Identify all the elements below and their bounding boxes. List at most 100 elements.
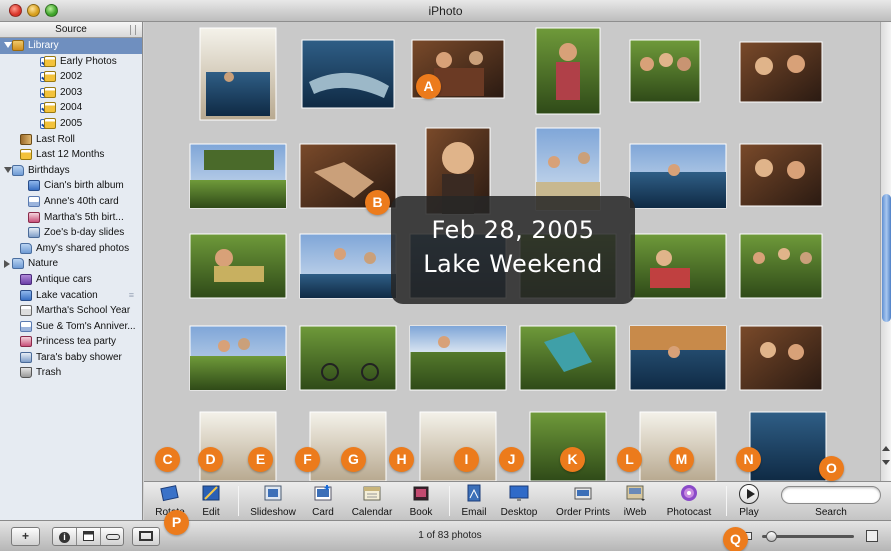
photo-thumbnail[interactable] [629, 143, 727, 209]
source-item[interactable]: Nature [0, 256, 142, 272]
source-item[interactable]: Last 12 Months [0, 147, 142, 163]
slideshow-button[interactable]: Slideshow [248, 482, 298, 521]
toolbar-separator [238, 486, 239, 516]
calendar-folder-icon [44, 55, 56, 67]
slideshow-label: Slideshow [250, 507, 296, 518]
source-item[interactable]: Library [0, 38, 142, 54]
source-item[interactable]: Antique cars [0, 272, 142, 288]
add-album-button[interactable]: + [11, 527, 40, 546]
callout-badge-d: D [198, 447, 223, 472]
bottom-toolbar: Rotate Edit Slideshow Card Calendar Book… [144, 481, 891, 520]
last-roll-icon [20, 133, 32, 145]
callout-badge-l: L [617, 447, 642, 472]
calendar-button[interactable]: Calendar [348, 482, 396, 521]
source-item[interactable]: Early Photos [0, 54, 142, 70]
source-item[interactable]: Birthdays [0, 163, 142, 179]
source-item[interactable]: Lake vacation ≡ [0, 288, 142, 304]
source-item[interactable]: Tara's baby shower [0, 350, 142, 366]
photo-thumbnail[interactable] [199, 27, 277, 121]
keyword-button[interactable] [101, 528, 125, 545]
photo-thumbnail[interactable] [648, 310, 712, 404]
email-button[interactable]: Email [456, 482, 492, 521]
photo-thumbnail[interactable] [739, 233, 823, 299]
callout-badge-n: N [736, 447, 761, 472]
vertical-scrollbar[interactable] [880, 22, 891, 481]
scroll-down-arrow-icon[interactable] [882, 460, 890, 465]
photo-thumbnail[interactable] [301, 39, 395, 109]
album-icon [20, 289, 32, 301]
status-bar: + i 1 of 83 photos [0, 520, 891, 551]
source-item[interactable]: Last Roll [0, 132, 142, 148]
source-item[interactable]: Sue & Tom's Anniver... [0, 319, 142, 335]
card-button[interactable]: Card [304, 482, 342, 521]
source-item[interactable]: Zoe's b-day slides [0, 225, 142, 241]
card-icon [28, 195, 40, 207]
disclosure-expanded-icon[interactable] [4, 42, 12, 48]
full-screen-button[interactable] [132, 527, 160, 546]
source-item-label: 2004 [60, 102, 83, 114]
source-item[interactable]: 2005 [0, 116, 142, 132]
source-item[interactable]: Princess tea party [0, 334, 142, 350]
source-item[interactable]: Trash [0, 365, 142, 381]
source-item-label: Zoe's b-day slides [44, 227, 125, 239]
info-button[interactable]: i [53, 528, 77, 545]
source-item[interactable]: 2002 [0, 69, 142, 85]
source-item[interactable]: Amy's shared photos [0, 241, 142, 257]
photocast-button[interactable]: Photocast [660, 482, 718, 521]
photocast-icon [681, 485, 697, 501]
disclosure-collapsed-icon[interactable] [4, 260, 10, 269]
source-item-label: Last Roll [36, 133, 75, 145]
overlay-date: Feb 28, 2005 [431, 216, 595, 244]
book-button[interactable]: Book [402, 482, 440, 521]
source-item[interactable]: Martha's School Year [0, 303, 142, 319]
callout-badge-i: I [454, 447, 479, 472]
toolbar-separator [449, 486, 450, 516]
desktop-button[interactable]: Desktop [496, 482, 542, 521]
source-item[interactable]: 2003 [0, 85, 142, 101]
source-item[interactable]: Martha's 5th birt... [0, 210, 142, 226]
photo-thumbnail[interactable] [419, 411, 497, 481]
source-item-label: Anne's 40th card [44, 195, 119, 207]
callout-badge-o: O [819, 456, 844, 481]
play-button[interactable]: Play [732, 482, 766, 521]
photo-thumbnail[interactable] [189, 143, 287, 209]
callout-badge-g: G [341, 447, 366, 472]
source-list-header[interactable]: Source [0, 22, 142, 38]
photo-thumbnail[interactable] [629, 233, 727, 299]
column-resize-handle[interactable] [130, 25, 136, 35]
photo-thumbnail[interactable] [739, 325, 823, 391]
calendar-view-button[interactable] [77, 528, 101, 545]
scroll-up-arrow-icon[interactable] [882, 446, 890, 451]
photo-thumbnail[interactable] [299, 325, 397, 391]
photo-thumbnail[interactable] [189, 233, 287, 299]
photo-thumbnail[interactable] [299, 233, 397, 299]
order-prints-button[interactable]: Order Prints [552, 482, 614, 521]
source-item[interactable]: Anne's 40th card [0, 194, 142, 210]
iweb-icon [626, 485, 645, 501]
iweb-button[interactable]: iWeb [618, 482, 652, 521]
photo-thumbnail[interactable] [749, 411, 827, 481]
source-item-label: 2005 [60, 117, 83, 129]
photo-thumbnail[interactable] [739, 41, 823, 103]
source-item-label: Early Photos [60, 55, 117, 67]
photo-thumbnail[interactable] [739, 143, 823, 207]
key-icon [106, 534, 120, 540]
source-item[interactable]: 2004 [0, 100, 142, 116]
photo-thumbnail[interactable] [629, 39, 701, 103]
photo-thumbnail[interactable] [189, 325, 287, 391]
disclosure-expanded-icon[interactable] [4, 166, 12, 173]
edit-button[interactable]: Edit [192, 482, 230, 521]
photo-thumbnail[interactable] [519, 325, 617, 391]
photo-thumbnail[interactable] [409, 325, 507, 391]
source-item[interactable]: Cian's birth album [0, 178, 142, 194]
callout-badge-a: A [416, 74, 441, 99]
calendar-folder-icon [44, 117, 56, 129]
order-prints-label: Order Prints [556, 507, 610, 518]
window-title: iPhoto [428, 4, 463, 18]
slider-knob[interactable] [766, 531, 778, 542]
search-input[interactable] [781, 486, 881, 504]
photo-thumbnail[interactable] [535, 27, 601, 115]
edit-label: Edit [202, 507, 220, 518]
play-icon [739, 484, 759, 504]
scrollbar-thumb[interactable] [882, 194, 891, 322]
